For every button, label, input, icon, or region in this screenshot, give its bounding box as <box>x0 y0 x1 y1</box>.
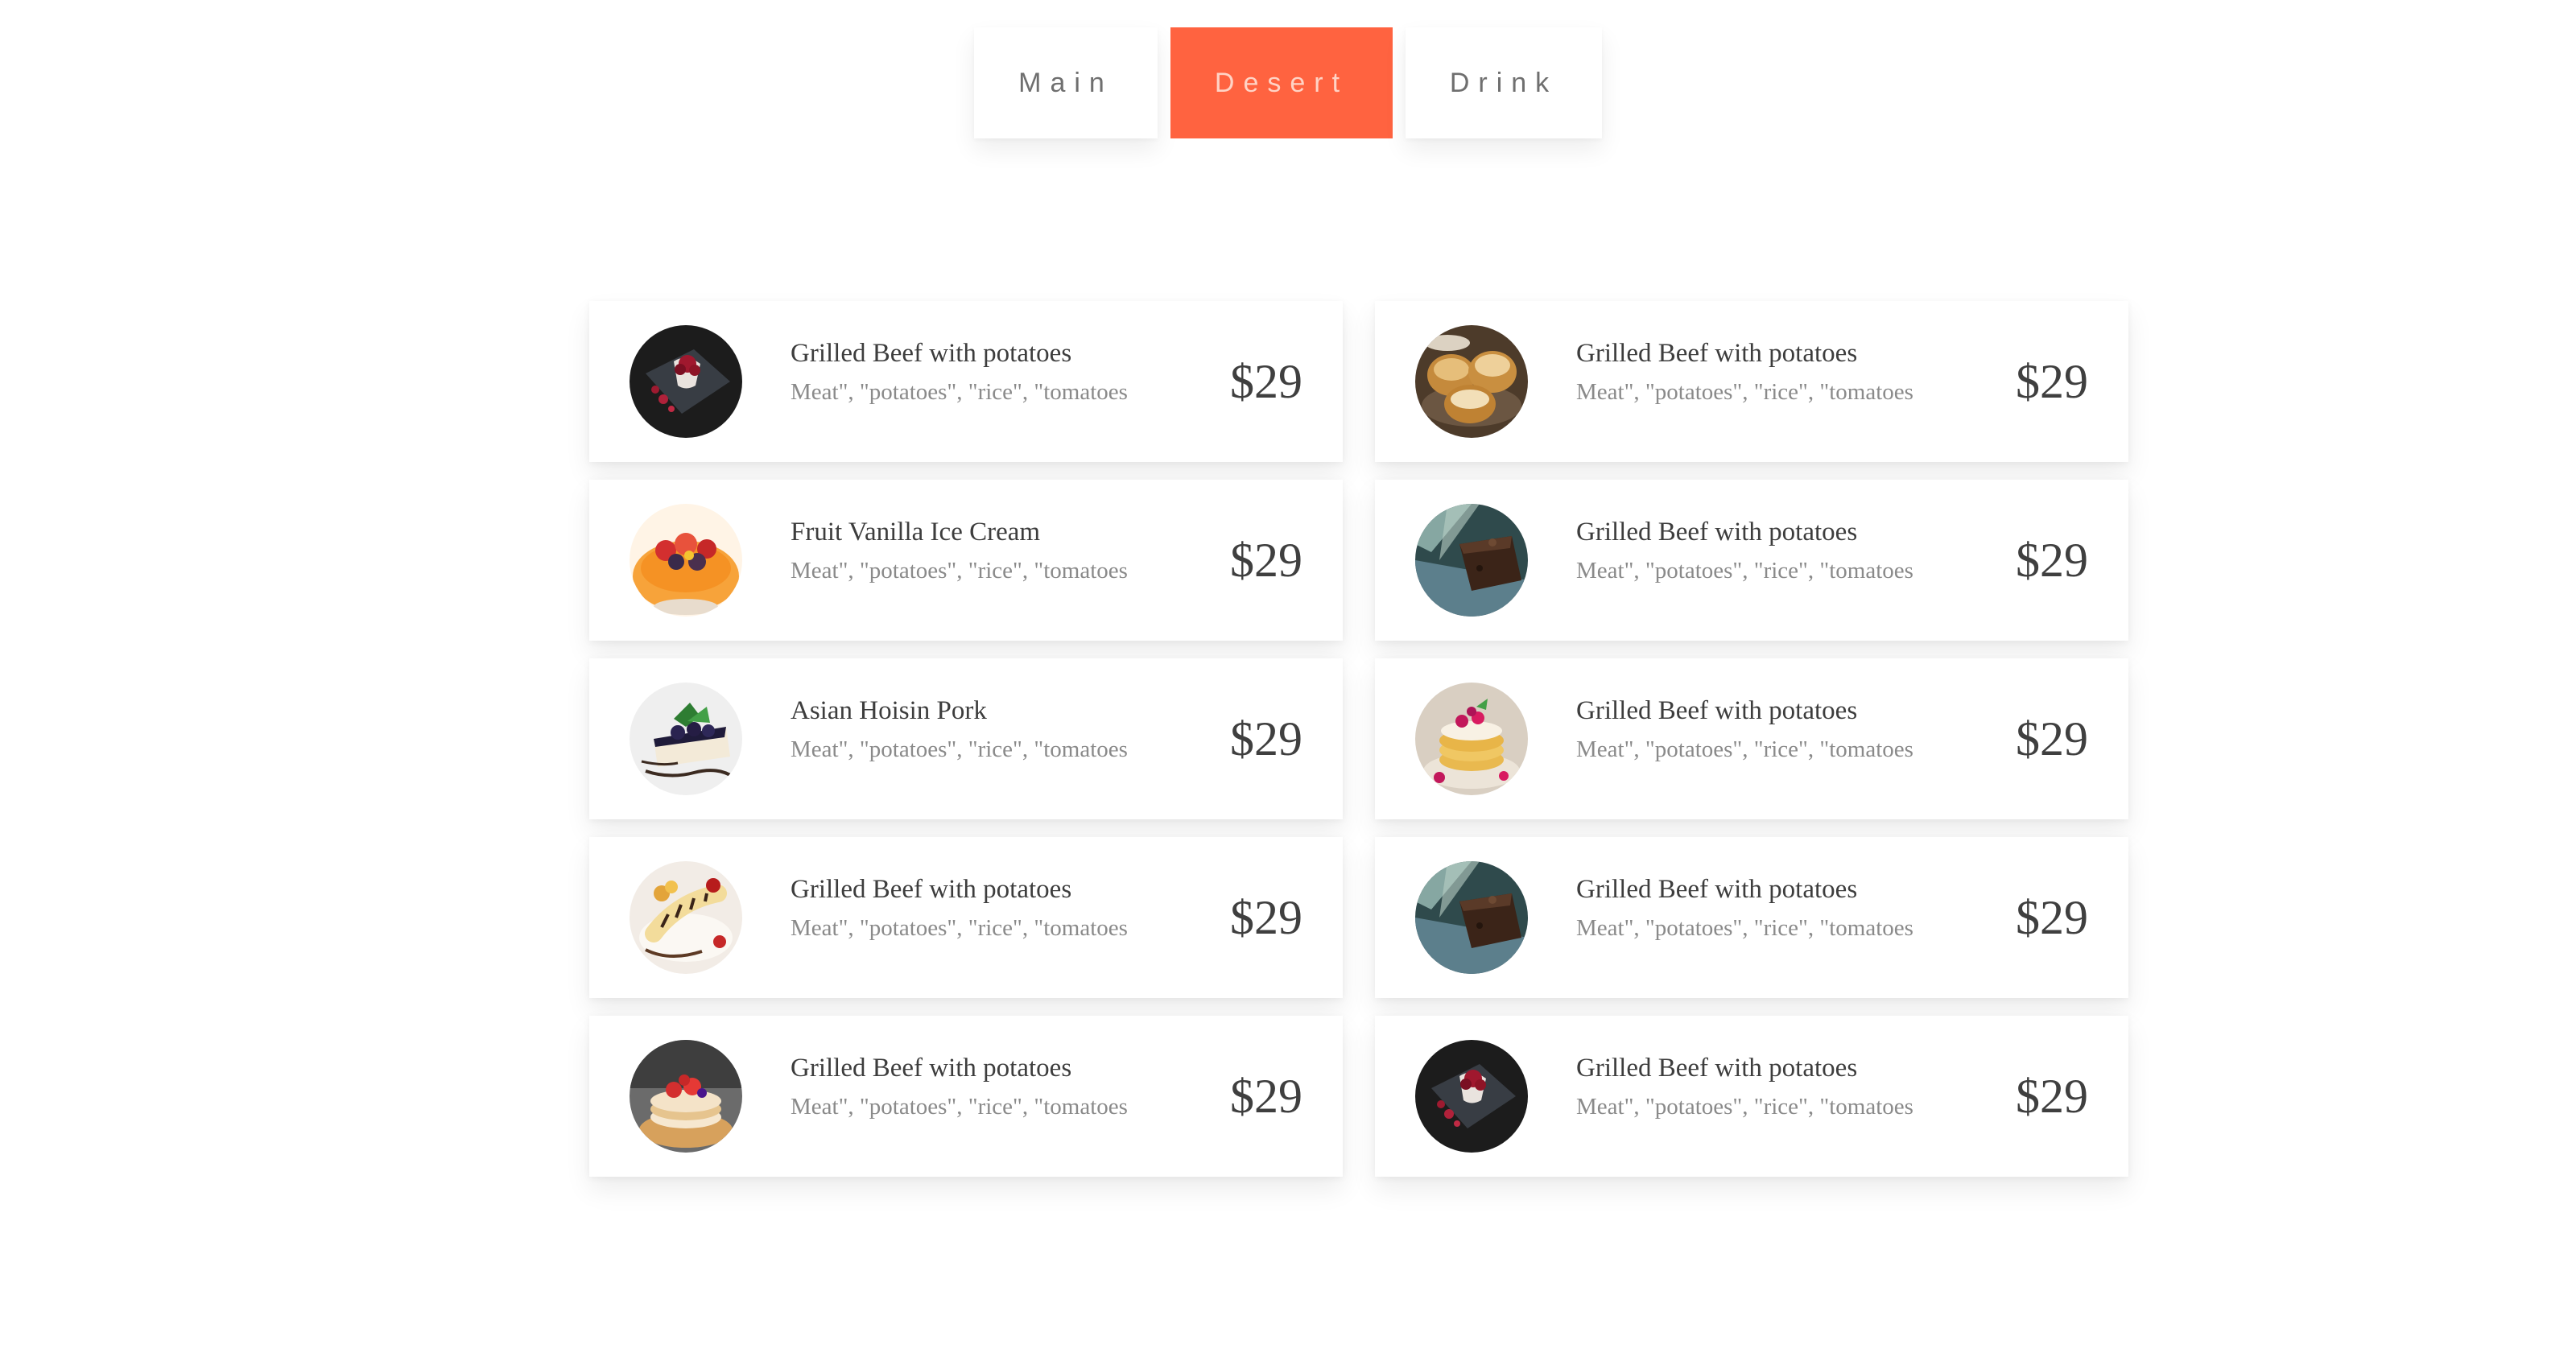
menu-item-card[interactable]: Grilled Beef with potatoes Meat", "potat… <box>1375 658 2128 819</box>
menu-item-name: Grilled Beef with potatoes <box>791 339 1072 368</box>
menu-item-price: $29 <box>1230 712 1302 765</box>
tab-desert[interactable]: Desert <box>1170 27 1393 138</box>
menu-item-price: $29 <box>1230 1070 1302 1123</box>
menu-item-card[interactable]: Grilled Beef with potatoes Meat", "potat… <box>589 301 1343 462</box>
fruit-tart-photo <box>630 504 742 617</box>
menu-item-name: Grilled Beef with potatoes <box>1576 696 1858 725</box>
cream-puffs-photo <box>1415 325 1528 438</box>
menu-item-description: Meat", "potatoes", "rice", "tomatoes <box>1576 378 1913 405</box>
berry-parfait-dark-photo <box>630 325 742 438</box>
menu-item-price: $29 <box>2016 1070 2088 1123</box>
menu-item-name: Grilled Beef with potatoes <box>1576 339 1858 368</box>
menu-item-name: Grilled Beef with potatoes <box>1576 875 1858 904</box>
tab-drink[interactable]: Drink <box>1406 27 1602 138</box>
menu-item-description: Meat", "potatoes", "rice", "tomatoes <box>1576 557 1913 584</box>
menu-item-description: Meat", "potatoes", "rice", "tomatoes <box>791 557 1128 584</box>
menu-item-description: Meat", "potatoes", "rice", "tomatoes <box>1576 736 1913 762</box>
menu-item-description: Meat", "potatoes", "rice", "tomatoes <box>791 736 1128 762</box>
chocolate-brownie-photo <box>1415 861 1528 974</box>
menu-item-description: Meat", "potatoes", "rice", "tomatoes <box>791 378 1128 405</box>
menu-item-description: Meat", "potatoes", "rice", "tomatoes <box>791 914 1128 941</box>
chocolate-brownie-photo <box>1415 504 1528 617</box>
menu-item-price: $29 <box>1230 534 1302 587</box>
menu-item-price: $29 <box>1230 891 1302 944</box>
menu-item-price: $29 <box>2016 534 2088 587</box>
menu-item-price: $29 <box>1230 355 1302 408</box>
menu-item-price: $29 <box>2016 891 2088 944</box>
menu-item-name: Grilled Beef with potatoes <box>1576 518 1858 547</box>
menu-item-card[interactable]: Grilled Beef with potatoes Meat", "potat… <box>1375 301 2128 462</box>
menu-item-name: Fruit Vanilla Ice Cream <box>791 518 1041 547</box>
menu-item-name: Grilled Beef with potatoes <box>1576 1054 1858 1083</box>
menu-grid: Grilled Beef with potatoes Meat", "potat… <box>589 301 2128 1177</box>
blueberry-cheesecake-photo <box>630 683 742 795</box>
menu-item-card[interactable]: Grilled Beef with potatoes Meat", "potat… <box>589 837 1343 998</box>
menu-item-card[interactable]: Grilled Beef with potatoes Meat", "potat… <box>1375 1016 2128 1177</box>
tab-main[interactable]: Main <box>974 27 1158 138</box>
menu-item-name: Grilled Beef with potatoes <box>791 1054 1072 1083</box>
pancakes-raspberry-photo <box>1415 683 1528 795</box>
menu-item-price: $29 <box>2016 355 2088 408</box>
menu-item-card[interactable]: Asian Hoisin Pork Meat", "potatoes", "ri… <box>589 658 1343 819</box>
menu-item-description: Meat", "potatoes", "rice", "tomatoes <box>791 1093 1128 1120</box>
menu-item-price: $29 <box>2016 712 2088 765</box>
menu-tabs: Main Desert Drink <box>0 27 2576 138</box>
menu-item-description: Meat", "potatoes", "rice", "tomatoes <box>1576 914 1913 941</box>
banana-dessert-photo <box>630 861 742 974</box>
menu-item-card[interactable]: Grilled Beef with potatoes Meat", "potat… <box>589 1016 1343 1177</box>
menu-item-name: Grilled Beef with potatoes <box>791 875 1072 904</box>
strawberry-pancakes-photo <box>630 1040 742 1153</box>
menu-item-name: Asian Hoisin Pork <box>791 696 987 725</box>
menu-item-description: Meat", "potatoes", "rice", "tomatoes <box>1576 1093 1913 1120</box>
berry-parfait-dark-photo <box>1415 1040 1528 1153</box>
menu-item-card[interactable]: Fruit Vanilla Ice Cream Meat", "potatoes… <box>589 480 1343 641</box>
menu-item-card[interactable]: Grilled Beef with potatoes Meat", "potat… <box>1375 480 2128 641</box>
menu-item-card[interactable]: Grilled Beef with potatoes Meat", "potat… <box>1375 837 2128 998</box>
